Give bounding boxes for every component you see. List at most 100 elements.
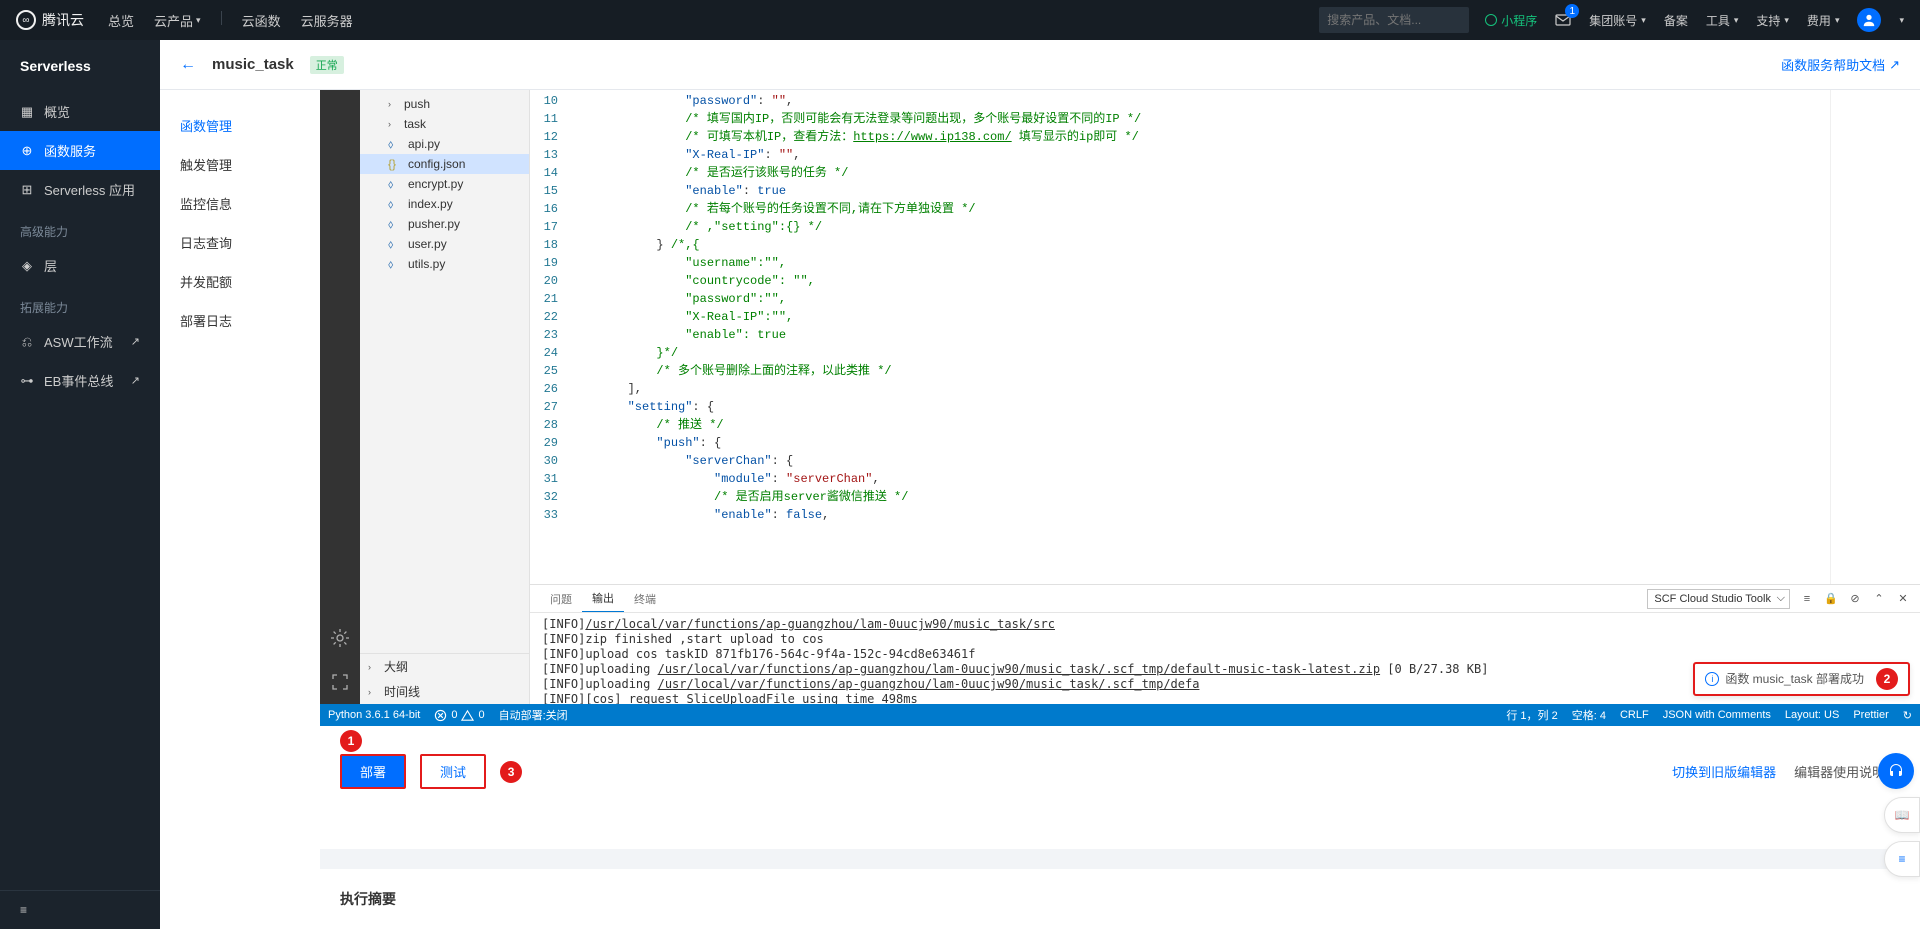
event-icon: ⊶: [20, 374, 34, 388]
sidebar-item-function[interactable]: ⊕函数服务: [0, 131, 160, 170]
nav-products[interactable]: 云产品▾: [154, 11, 201, 30]
grid-icon: ▦: [20, 105, 34, 119]
filter-icon[interactable]: ≡: [1800, 592, 1814, 606]
beian-link[interactable]: 备案: [1664, 12, 1688, 29]
brand-text: 腾讯云: [42, 10, 84, 30]
minimap[interactable]: [1830, 90, 1920, 584]
support-menu[interactable]: 支持▾: [1756, 12, 1789, 29]
sidebar-item-layer[interactable]: ◈层: [0, 246, 160, 285]
tab-concurrency[interactable]: 并发配额: [160, 262, 320, 301]
user-icon: [1862, 13, 1876, 27]
sidebar-group-advanced: 高级能力: [0, 209, 160, 246]
folder-task[interactable]: ›task: [360, 114, 529, 134]
clear-icon[interactable]: ⊘: [1848, 592, 1862, 606]
json-file-icon: {}: [388, 157, 402, 171]
status-feedback-icon[interactable]: ↻: [1903, 709, 1912, 722]
tab-function-manage[interactable]: 函数管理: [160, 106, 320, 145]
status-eol[interactable]: CRLF: [1620, 709, 1649, 721]
output-channel-dropdown[interactable]: SCF Cloud Studio Toolk: [1647, 589, 1790, 609]
annotation-2: 2: [1876, 668, 1898, 690]
mail-button[interactable]: 1: [1555, 12, 1571, 28]
sidebar-item-eb[interactable]: ⊶EB事件总线↗: [0, 361, 160, 400]
file-pusher[interactable]: ⬨pusher.py: [360, 214, 529, 234]
nav-scf[interactable]: 云函数: [242, 11, 281, 30]
frame-icon[interactable]: [328, 670, 352, 694]
python-file-icon: ⬨: [388, 177, 402, 192]
docs-button[interactable]: 📖: [1884, 797, 1920, 833]
deploy-button[interactable]: 部署: [340, 754, 406, 789]
panel-tab-problems[interactable]: 问题: [540, 585, 582, 612]
top-header: ∞ 腾讯云 总览 云产品▾ 云函数 云服务器 小程序 1 集团账号▾ 备案 工具…: [0, 0, 1920, 40]
panel-tab-output[interactable]: 输出: [582, 585, 624, 612]
settings-gear-icon[interactable]: [328, 626, 352, 650]
editor: 1011121314151617181920212223242526272829…: [530, 90, 1920, 704]
tab-monitor[interactable]: 监控信息: [160, 184, 320, 223]
status-spaces[interactable]: 空格: 4: [1572, 707, 1606, 723]
python-file-icon: ⬨: [388, 137, 402, 152]
avatar[interactable]: [1857, 8, 1881, 32]
close-icon[interactable]: ✕: [1896, 592, 1910, 606]
chevron-right-icon: ›: [388, 119, 398, 129]
switch-old-editor-link[interactable]: 切换到旧版编辑器: [1672, 762, 1776, 781]
file-api[interactable]: ⬨api.py: [360, 134, 529, 154]
status-problems[interactable]: 0 0: [434, 709, 484, 722]
miniprogram-link[interactable]: 小程序: [1485, 12, 1537, 29]
error-circle-icon: [434, 709, 447, 722]
terminal-output[interactable]: [INFO]/usr/local/var/functions/ap-guangz…: [530, 613, 1920, 704]
nav-overview[interactable]: 总览: [108, 11, 134, 30]
logo[interactable]: ∞ 腾讯云: [16, 10, 84, 30]
warning-triangle-icon: [461, 709, 474, 722]
ide: ›push ›task ⬨api.py {}config.json ⬨encry…: [320, 90, 1920, 726]
sidebar-item-asw[interactable]: ⎌ASW工作流↗: [0, 322, 160, 361]
menu-button[interactable]: ≡: [1884, 841, 1920, 877]
chevron-down-icon: ▾: [1734, 15, 1739, 26]
test-button[interactable]: 测试: [420, 754, 486, 789]
code-content[interactable]: "password": "", /* 填写国内IP，否则可能会有无法登录等问题出…: [570, 90, 1830, 584]
explorer-timeline[interactable]: ›时间线: [360, 679, 529, 704]
chevron-down-icon: ▾: [1784, 15, 1789, 26]
status-python[interactable]: Python 3.6.1 64-bit: [328, 709, 420, 721]
file-utils[interactable]: ⬨utils.py: [360, 254, 529, 274]
tab-log[interactable]: 日志查询: [160, 223, 320, 262]
mail-badge: 1: [1565, 4, 1579, 18]
status-prettier[interactable]: Prettier: [1853, 709, 1888, 721]
python-file-icon: ⬨: [388, 197, 402, 212]
notification-text: 函数 music_task 部署成功: [1725, 672, 1864, 687]
status-lang[interactable]: JSON with Comments: [1663, 709, 1771, 721]
status-linecol[interactable]: 行 1，列 2: [1506, 707, 1557, 723]
action-panel: 1 部署 测试 3 切换到旧版编辑器 编辑器使用说明↗: [320, 726, 1920, 849]
file-index[interactable]: ⬨index.py: [360, 194, 529, 214]
explorer-outline[interactable]: ›大纲: [360, 654, 529, 679]
search-input[interactable]: [1327, 13, 1482, 27]
sidebar-collapse[interactable]: ≡: [0, 890, 160, 929]
help-doc-link[interactable]: 函数服务帮助文档↗: [1781, 55, 1900, 74]
status-bar: Python 3.6.1 64-bit 0 0 自动部署:关闭 行 1，列 2 …: [320, 704, 1920, 726]
top-nav: 总览 云产品▾ 云函数 云服务器: [108, 11, 353, 30]
file-config[interactable]: {}config.json: [360, 154, 529, 174]
cost-menu[interactable]: 费用▾: [1807, 12, 1840, 29]
tools-menu[interactable]: 工具▾: [1706, 12, 1739, 29]
chevron-up-icon[interactable]: ⌃: [1872, 592, 1886, 606]
info-circle-icon: i: [1705, 672, 1719, 686]
status-layout[interactable]: Layout: US: [1785, 709, 1839, 721]
file-encrypt[interactable]: ⬨encrypt.py: [360, 174, 529, 194]
sidebar-item-overview[interactable]: ▦概览: [0, 92, 160, 131]
chat-support-button[interactable]: [1878, 753, 1914, 789]
account-menu[interactable]: 集团账号▾: [1589, 12, 1646, 29]
function-icon: ⊕: [20, 144, 34, 158]
panel-tab-terminal[interactable]: 终端: [624, 585, 666, 612]
sidebar-group-ext: 拓展能力: [0, 285, 160, 322]
sidebar-item-serverless-app[interactable]: ⊞Serverless 应用: [0, 170, 160, 209]
left-sidebar: Serverless ▦概览 ⊕函数服务 ⊞Serverless 应用 高级能力…: [0, 40, 160, 929]
nav-cvm[interactable]: 云服务器: [301, 11, 353, 30]
annotation-3: 3: [500, 761, 522, 783]
lock-icon[interactable]: 🔒: [1824, 592, 1838, 606]
status-autodeploy[interactable]: 自动部署:关闭: [499, 707, 568, 723]
tab-trigger-manage[interactable]: 触发管理: [160, 145, 320, 184]
file-user[interactable]: ⬨user.py: [360, 234, 529, 254]
deploy-success-notification: i 函数 music_task 部署成功 2: [1693, 662, 1910, 696]
folder-push[interactable]: ›push: [360, 94, 529, 114]
search-box[interactable]: [1319, 7, 1469, 33]
back-button[interactable]: ←: [180, 56, 196, 74]
tab-deploy-log[interactable]: 部署日志: [160, 301, 320, 340]
